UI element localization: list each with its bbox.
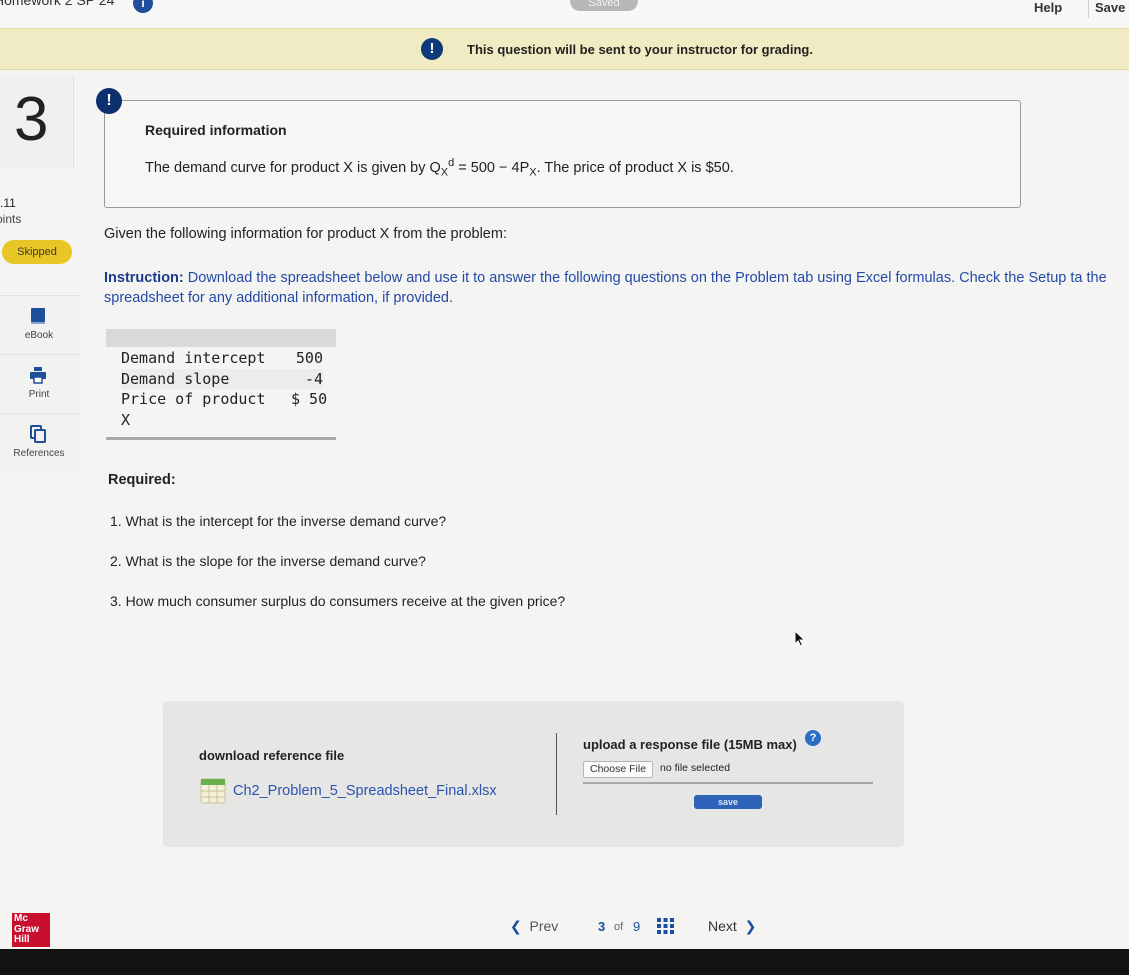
prev-label: Prev: [529, 918, 559, 934]
upload-rule: [583, 782, 873, 784]
points-value: .11: [0, 196, 16, 210]
save-exit-button[interactable]: Save &: [1088, 0, 1129, 18]
no-file-text: no file selected: [660, 762, 731, 774]
data-table-header: [106, 329, 336, 347]
file-panel: [163, 701, 904, 847]
saved-status: Saved: [570, 0, 638, 11]
save-upload-button[interactable]: save: [694, 795, 762, 809]
table-row: Demand slope -4: [121, 368, 323, 389]
tool-print[interactable]: Print: [0, 354, 80, 412]
next-label: Next: [708, 918, 737, 934]
help-link[interactable]: Help: [1034, 0, 1062, 15]
top-bar: [0, 0, 1129, 28]
total-pages: 9: [633, 919, 641, 934]
prev-button[interactable]: ❮ Prev: [510, 918, 558, 935]
question-number: 3: [14, 85, 49, 154]
table-cell-label: Demand intercept: [121, 349, 266, 367]
question-item: 2. What is the slope for the inverse dem…: [110, 553, 426, 569]
printer-icon: [30, 367, 46, 384]
table-row: Price of product $ 50: [121, 389, 328, 410]
bottom-bezel: [0, 949, 1129, 975]
reference-file-link[interactable]: Ch2_Problem_5_Spreadsheet_Final.xlsx: [233, 783, 497, 799]
skipped-badge: Skipped: [2, 240, 72, 264]
data-table-rule: [106, 437, 336, 440]
help-icon[interactable]: ?: [805, 730, 821, 746]
question-item: 1. What is the intercept for the inverse…: [110, 513, 447, 529]
table-row: Demand intercept 500: [121, 348, 323, 369]
required-heading: Required:: [108, 472, 176, 488]
choose-file-button[interactable]: Choose File: [583, 761, 654, 778]
alert-icon: !: [96, 88, 122, 114]
tool-label: eBook: [24, 330, 54, 341]
question-grid-icon[interactable]: [657, 918, 674, 934]
table-cell-value: -4: [304, 369, 323, 388]
given-text: Given the following information for prod…: [104, 226, 507, 242]
points-label: oints: [0, 212, 22, 226]
tool-ebook[interactable]: eBook: [0, 295, 80, 353]
tool-label: Print: [28, 389, 50, 400]
mouse-cursor-icon: [794, 630, 806, 647]
required-info-title: Required information: [145, 122, 287, 138]
data-table: Demand intercept 500 Demand slope -4 Price…: [121, 348, 328, 431]
alert-icon: !: [421, 38, 443, 60]
table-cell-value: $ 50: [291, 390, 328, 408]
chevron-left-icon: ❮: [510, 918, 522, 934]
table-row: X: [121, 410, 323, 431]
instruction-text: Instruction: Download the spreadsheet be…: [104, 270, 1107, 306]
download-label: download reference file: [199, 748, 345, 763]
mcgraw-hill-logo: Mc Graw Hill: [12, 913, 50, 947]
chevron-right-icon: ❯: [744, 918, 757, 934]
panel-divider: [556, 733, 557, 815]
tool-label: References: [13, 448, 65, 459]
book-icon: [31, 308, 45, 324]
page-of-label: of: [614, 921, 624, 933]
next-button[interactable]: Next ❯: [708, 918, 756, 935]
grading-banner-text: This question will be sent to your instr…: [467, 42, 813, 57]
spreadsheet-icon: [200, 778, 226, 804]
required-info-card: [104, 100, 1021, 208]
table-cell-label: Demand slope: [121, 369, 230, 388]
question-item: 3. How much consumer surplus do consumer…: [110, 593, 566, 609]
current-page: 3: [598, 919, 606, 934]
demand-curve-text: The demand curve for product X is given …: [145, 157, 734, 179]
table-cell-value: [291, 410, 323, 431]
tool-references[interactable]: References: [0, 413, 80, 471]
assignment-title: Homework 2 SP 24: [0, 0, 115, 8]
table-cell-label: X: [121, 410, 131, 429]
upload-label: upload a response file (15MB max): [583, 737, 797, 752]
copy-icon: [30, 425, 46, 443]
table-cell-value: 500: [295, 349, 323, 367]
